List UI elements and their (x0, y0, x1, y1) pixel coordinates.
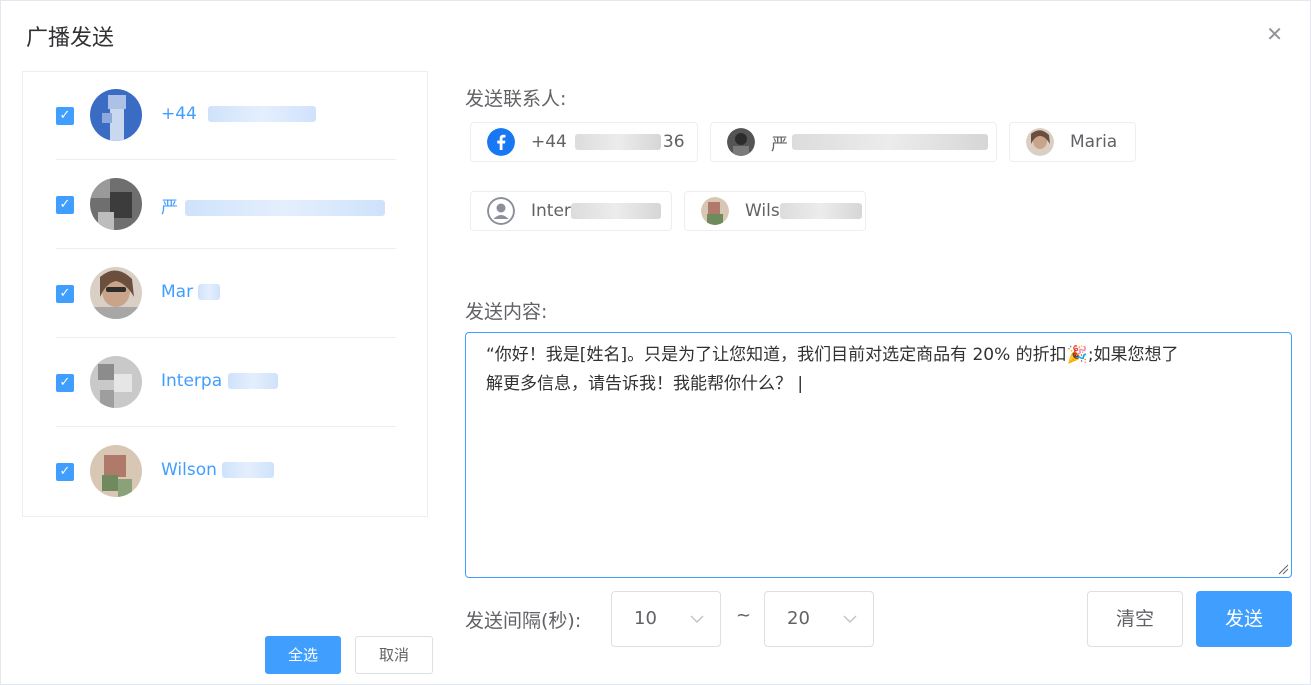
recipient-chip[interactable]: 严 (710, 122, 997, 162)
select-value: 20 (787, 608, 810, 629)
content-label: 发送内容: (465, 301, 548, 323)
select-value: 10 (634, 608, 657, 629)
message-line: 解更多信息，请告诉我！我能帮你什么？ | (486, 374, 804, 394)
clear-button[interactable]: 清空 (1087, 591, 1183, 647)
redacted-text (570, 203, 661, 219)
cancel-button[interactable]: 取消 (355, 636, 433, 674)
chip-label-suffix: 36 (662, 132, 685, 152)
chip-label: Wils (745, 201, 780, 221)
contact-checkbox[interactable]: ✓ (56, 374, 74, 392)
interval-max-select[interactable]: 20 (764, 591, 874, 647)
chip-label: Inter (531, 201, 571, 221)
interval-separator: ~ (736, 605, 752, 626)
contact-name: Interpa (161, 371, 278, 391)
dialog-title: 广播发送 (26, 26, 115, 51)
close-icon[interactable]: ✕ (1266, 22, 1283, 46)
contact-checkbox[interactable]: ✓ (56, 463, 74, 481)
message-textarea[interactable]: “你好！我是[姓名]。只是为了让您知道，我们目前对选定商品有 20% 的折扣🎉;… (465, 332, 1292, 578)
recipient-chip[interactable]: Wils (684, 191, 866, 231)
contact-name: Mar (161, 282, 221, 302)
profile-photo-icon (727, 128, 755, 156)
redacted-text (208, 106, 317, 122)
contact-row[interactable]: ✓ Wilson (56, 428, 396, 516)
redacted-text (792, 134, 988, 150)
chip-label: Maria (1070, 132, 1118, 152)
contact-checkbox[interactable]: ✓ (56, 196, 74, 214)
recipients-label: 发送联系人: (465, 88, 567, 110)
redacted-text (185, 200, 386, 216)
profile-photo-avatar (90, 267, 142, 319)
contact-row[interactable]: ✓ Mar (56, 250, 396, 338)
facebook-icon (487, 128, 515, 156)
send-button[interactable]: 发送 (1196, 591, 1292, 647)
profile-photo-avatar (90, 178, 142, 230)
profile-photo-icon (1026, 128, 1054, 156)
recipient-chip[interactable]: Maria (1009, 122, 1136, 162)
redacted-text (227, 373, 278, 389)
contact-name: 严 (161, 193, 386, 218)
redacted-text (222, 462, 275, 478)
select-all-button[interactable]: 全选 (265, 636, 341, 674)
profile-photo-avatar (90, 445, 142, 497)
chip-label: 严 (771, 134, 788, 155)
profile-photo-avatar (90, 356, 142, 408)
interval-min-select[interactable]: 10 (611, 591, 721, 647)
chevron-down-icon (690, 615, 704, 624)
contact-name: +44 (161, 104, 317, 124)
contact-name: Wilson (161, 460, 275, 480)
interval-label: 发送间隔(秒): (465, 610, 582, 632)
facebook-avatar (90, 89, 142, 141)
chevron-down-icon (843, 615, 857, 624)
contact-row[interactable]: ✓ 严 (56, 161, 396, 249)
user-placeholder-icon (487, 197, 515, 225)
redacted-text (198, 284, 221, 300)
recipient-chip[interactable]: Inter (470, 191, 672, 231)
contact-row[interactable]: ✓ Interpa (56, 339, 396, 427)
redacted-text (779, 203, 862, 219)
contact-row[interactable]: ✓ +44 (56, 72, 396, 160)
recipient-chip[interactable]: +44 36 (470, 122, 698, 162)
message-line: “你好！我是[姓名]。只是为了让您知道，我们目前对选定商品有 20% 的折扣🎉;… (486, 345, 1179, 365)
resize-grip-icon[interactable] (1277, 563, 1289, 575)
contact-list: ✓ +44 ✓ 严 ✓ Mar ✓ Interpa ✓ Wilson (22, 71, 428, 517)
chip-label: +44 (531, 132, 567, 152)
profile-photo-icon (701, 197, 729, 225)
contact-checkbox[interactable]: ✓ (56, 285, 74, 303)
redacted-text (574, 134, 661, 150)
contact-checkbox[interactable]: ✓ (56, 107, 74, 125)
